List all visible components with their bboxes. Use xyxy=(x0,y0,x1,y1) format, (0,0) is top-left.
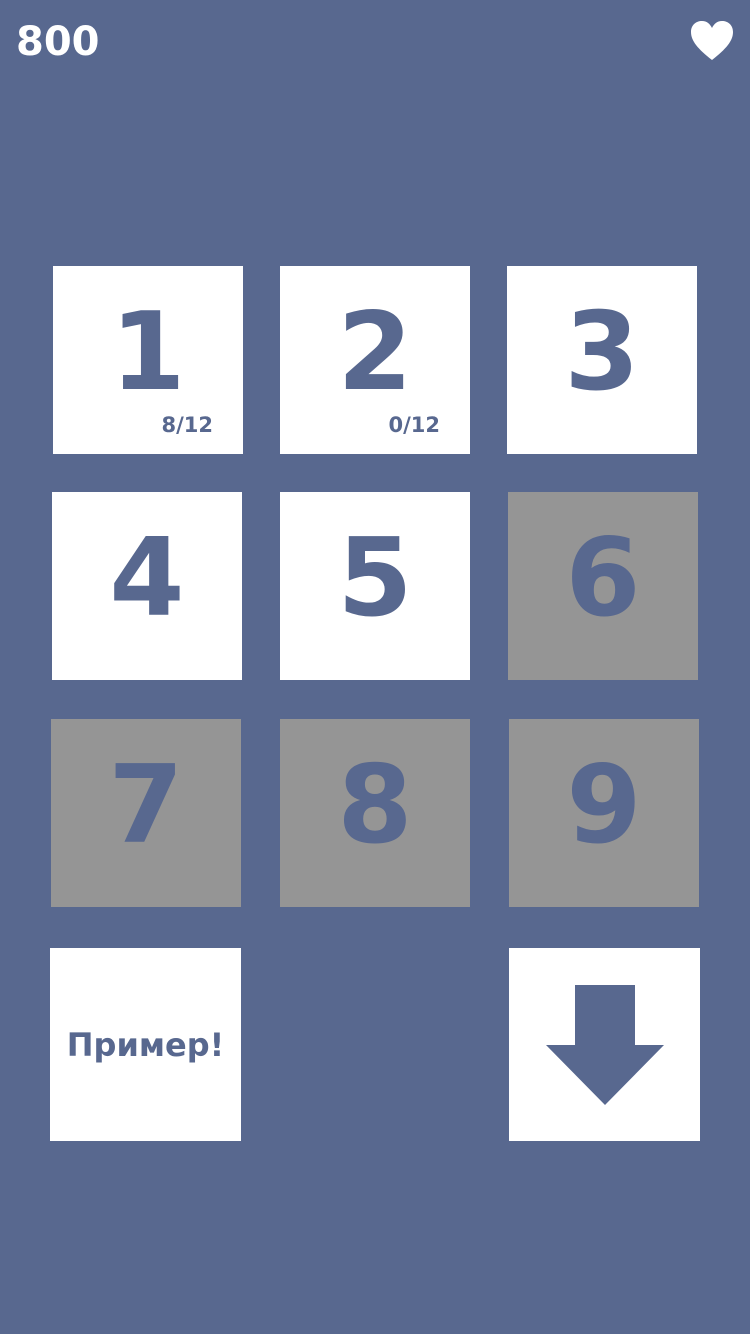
example-button-label: Пример! xyxy=(66,1025,225,1064)
level-tile-6: 6 xyxy=(508,492,698,680)
score-counter: 800 xyxy=(16,19,100,65)
level-number: 2 xyxy=(337,290,413,415)
level-number: 4 xyxy=(109,516,185,641)
level-progress: 8/12 xyxy=(161,413,213,437)
level-tile-9: 9 xyxy=(509,719,699,907)
heart-icon xyxy=(691,21,733,60)
level-number: 8 xyxy=(337,743,413,868)
level-tile-3[interactable]: 3 xyxy=(507,266,697,454)
level-number: 7 xyxy=(108,743,184,868)
level-number: 5 xyxy=(337,516,413,641)
arrow-down-icon xyxy=(546,985,664,1105)
level-tile-7: 7 xyxy=(51,719,241,907)
level-tile-8: 8 xyxy=(280,719,470,907)
level-tile-1[interactable]: 1 8/12 xyxy=(53,266,243,454)
example-button[interactable]: Пример! xyxy=(50,948,241,1141)
level-progress: 0/12 xyxy=(388,413,440,437)
level-number: 9 xyxy=(566,743,642,868)
level-tile-2[interactable]: 2 0/12 xyxy=(280,266,470,454)
level-tile-5[interactable]: 5 xyxy=(280,492,470,680)
scroll-down-button[interactable] xyxy=(509,948,700,1141)
level-tile-4[interactable]: 4 xyxy=(52,492,242,680)
level-number: 3 xyxy=(564,290,640,415)
level-number: 1 xyxy=(110,290,186,415)
level-number: 6 xyxy=(565,516,641,641)
